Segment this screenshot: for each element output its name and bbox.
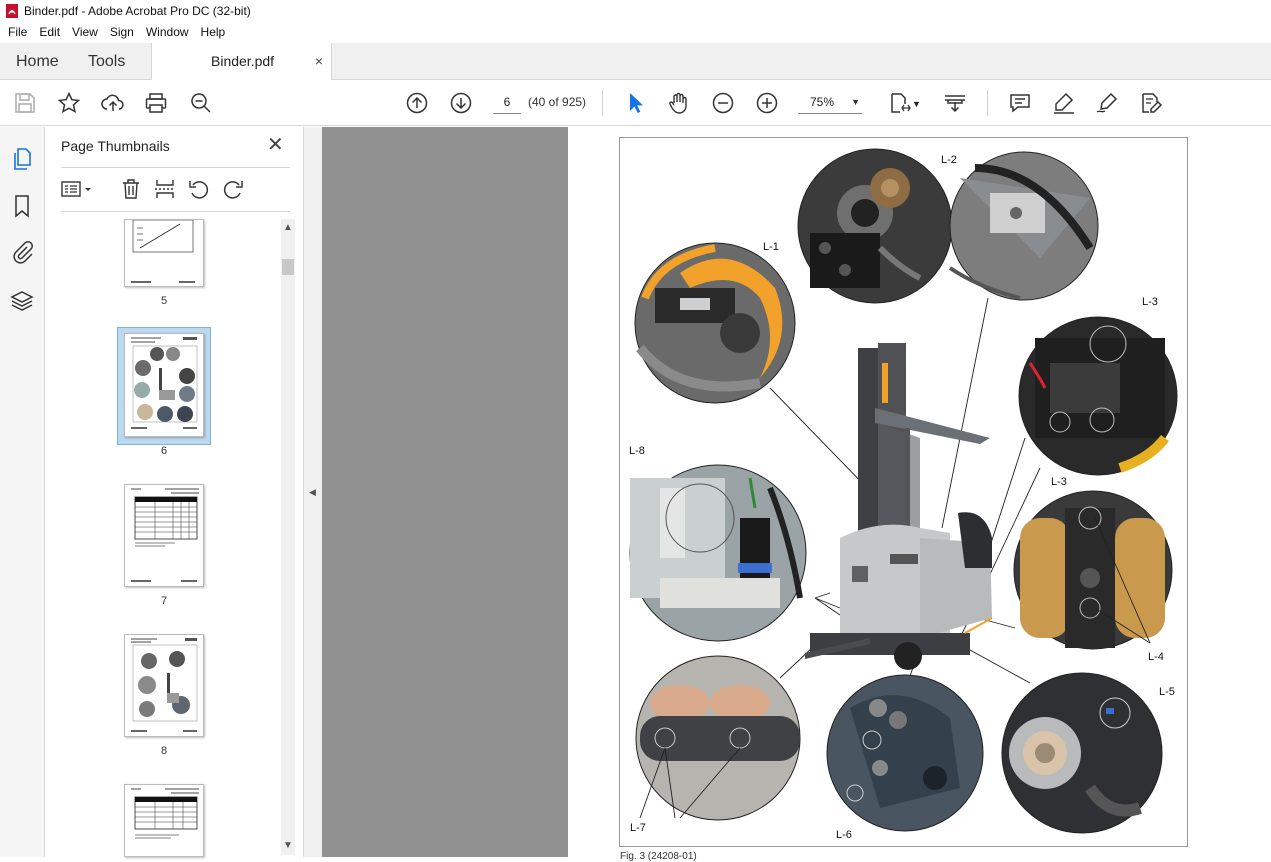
thumbnail-label: 6	[160, 445, 168, 457]
page-up-icon[interactable]	[405, 91, 429, 115]
toolbar: 6 (40 of 925) 75% ▼ ▼	[0, 80, 1271, 126]
close-tab-icon[interactable]: ×	[315, 43, 323, 79]
tab-home[interactable]: Home	[16, 43, 59, 80]
attachment-icon[interactable]	[10, 240, 34, 264]
highlight-icon[interactable]	[1052, 91, 1076, 115]
page-thumbnail-6[interactable]	[124, 333, 204, 437]
delete-icon[interactable]	[120, 178, 142, 200]
thumbnails-panel: Page Thumbnails ✕ 5 6 7 8 ▲ ▼	[45, 127, 304, 857]
panel-divider	[61, 211, 290, 212]
edit-icon[interactable]	[1139, 91, 1163, 115]
thumbnail-7-preview	[131, 488, 199, 582]
page-down-icon[interactable]	[449, 91, 473, 115]
callout-label: L-5	[1159, 686, 1175, 698]
pages-icon[interactable]	[10, 147, 34, 171]
rotate-ccw-icon[interactable]	[188, 178, 210, 200]
zoom-out-icon[interactable]	[711, 91, 735, 115]
callout-label: L-4	[1148, 651, 1164, 663]
chevron-down-icon: ▼	[851, 97, 860, 107]
thumbnail-next-preview	[131, 788, 199, 839]
thumbnail-8-preview	[131, 638, 198, 732]
menu-bar: File Edit View Sign Window Help	[0, 22, 1271, 43]
callout-label: L-7	[630, 822, 646, 834]
toolbar-divider	[987, 90, 988, 116]
callout-label: L-3	[1051, 476, 1067, 488]
acrobat-app-icon	[6, 4, 18, 18]
tab-bar: Home Tools Binder.pdf ×	[0, 43, 1271, 80]
page-thumbnail-7[interactable]	[124, 484, 204, 587]
scrollbar-thumb[interactable]	[282, 259, 294, 275]
window-title: Binder.pdf - Adobe Acrobat Pro DC (32-bi…	[24, 4, 251, 18]
close-panel-icon[interactable]: ✕	[267, 133, 284, 157]
rotate-cw-icon[interactable]	[222, 178, 244, 200]
thumbnail-label: 7	[160, 595, 168, 607]
tab-document[interactable]: Binder.pdf ×	[151, 43, 332, 80]
document-area[interactable]: L-1 L-2 L-3 L-3 L-4 L-5 L-6 L-7 L-8 Fig.…	[322, 127, 1271, 862]
panel-divider	[61, 167, 290, 168]
thumbnail-5-preview	[131, 220, 195, 283]
hand-icon[interactable]	[667, 91, 691, 115]
title-bar: Binder.pdf - Adobe Acrobat Pro DC (32-bi…	[0, 0, 1271, 22]
comment-icon[interactable]	[1008, 91, 1032, 115]
panel-title: Page Thumbnails	[61, 138, 170, 154]
menu-help[interactable]: Help	[195, 22, 232, 43]
scroll-up-icon[interactable]: ▲	[281, 221, 295, 235]
thumbnail-label: 8	[160, 745, 168, 757]
callout-label: L-1	[763, 241, 779, 253]
page-count-label: (40 of 925)	[528, 95, 587, 109]
page-number-input[interactable]: 6	[493, 90, 521, 114]
menu-view[interactable]: View	[66, 22, 104, 43]
options-icon[interactable]	[60, 178, 94, 200]
figure-frame	[619, 137, 1188, 847]
callout-label: L-3	[1142, 296, 1158, 308]
page-thumbnail-8[interactable]	[124, 634, 204, 737]
star-icon[interactable]	[57, 91, 81, 115]
scroll-mode-icon[interactable]	[943, 91, 967, 115]
find-icon[interactable]	[189, 91, 213, 115]
page-fit-icon[interactable]	[888, 91, 912, 115]
select-arrow-icon[interactable]	[624, 91, 648, 115]
scroll-down-icon[interactable]: ▼	[281, 839, 295, 853]
panel-splitter[interactable]: ◀	[304, 127, 322, 857]
print-icon[interactable]	[144, 91, 168, 115]
menu-file[interactable]: File	[2, 22, 33, 43]
layers-icon[interactable]	[10, 289, 34, 313]
collapse-panel-icon[interactable]: ◀	[309, 487, 316, 498]
callout-label: L-6	[836, 829, 852, 841]
zoom-in-icon[interactable]	[755, 91, 779, 115]
left-rail	[0, 127, 45, 857]
toolbar-divider	[602, 90, 603, 116]
zoom-value: 75%	[810, 95, 835, 109]
zoom-select[interactable]: 75% ▼	[798, 90, 862, 114]
forklift-figure	[629, 148, 1178, 834]
thumbnail-scrollbar[interactable]: ▲ ▼	[281, 219, 295, 855]
page-thumbnail-5[interactable]	[124, 219, 204, 287]
bookmark-icon[interactable]	[10, 194, 34, 218]
document-tab-label: Binder.pdf	[211, 53, 275, 69]
tab-tools[interactable]: Tools	[88, 43, 125, 80]
menu-edit[interactable]: Edit	[33, 22, 66, 43]
callout-label: L-2	[941, 154, 957, 166]
pdf-page: L-1 L-2 L-3 L-3 L-4 L-5 L-6 L-7 L-8 Fig.…	[568, 127, 1271, 862]
menu-window[interactable]: Window	[140, 22, 195, 43]
page-extract-icon[interactable]	[154, 178, 176, 200]
thumbnail-6-preview	[131, 337, 198, 429]
save-icon[interactable]	[13, 91, 37, 115]
menu-sign[interactable]: Sign	[104, 22, 140, 43]
page-thumbnail-next[interactable]	[124, 784, 204, 857]
thumbnail-label: 5	[160, 295, 168, 307]
sign-icon[interactable]	[1095, 91, 1119, 115]
callout-label: L-8	[629, 445, 645, 457]
forklift-illustration	[805, 343, 993, 670]
upload-icon[interactable]	[101, 91, 125, 115]
chevron-down-icon[interactable]: ▼	[912, 99, 921, 109]
